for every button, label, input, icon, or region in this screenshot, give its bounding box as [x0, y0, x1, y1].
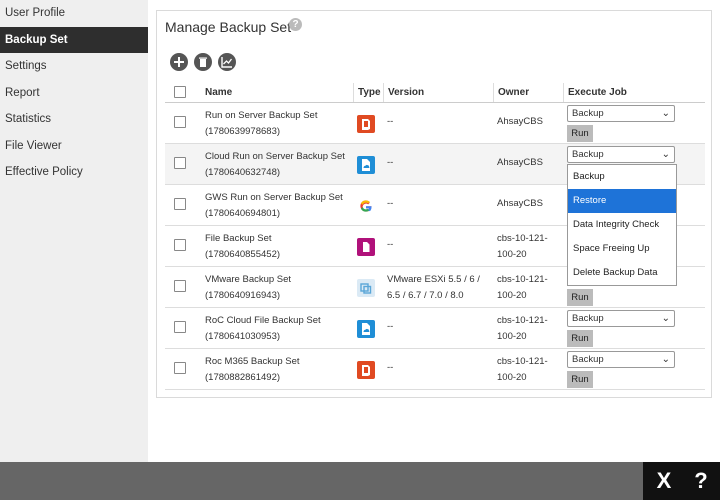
- add-icon[interactable]: [170, 53, 188, 71]
- help-icon[interactable]: ?: [289, 18, 302, 31]
- toolbar: [170, 53, 239, 71]
- version-text: --: [387, 116, 394, 127]
- vmware-icon: [357, 279, 375, 297]
- backup-set-name[interactable]: RoC Cloud File Backup Set (1780641030953): [205, 313, 321, 345]
- dropdown-option-delete-backup-data[interactable]: Delete Backup Data: [568, 261, 676, 285]
- google-icon: [357, 197, 375, 215]
- bottom-bar: X ?: [0, 462, 720, 500]
- row-checkbox[interactable]: [174, 239, 186, 251]
- execute-job-select[interactable]: Backup⌄: [567, 351, 675, 368]
- backup-set-name[interactable]: GWS Run on Server Backup Set (17806406948…: [205, 190, 343, 222]
- row-checkbox[interactable]: [174, 157, 186, 169]
- owner-text: cbs-10-121- 100-20: [497, 356, 548, 383]
- bottom-actions: X ?: [643, 462, 720, 500]
- sidebar-item-file-viewer[interactable]: File Viewer: [0, 133, 148, 159]
- execute-job-select[interactable]: Backup⌄: [567, 146, 675, 163]
- header-version[interactable]: Version: [383, 83, 493, 102]
- table-row[interactable]: Run on Server Backup Set (1780639978683) …: [165, 103, 705, 144]
- sidebar-item-effective-policy[interactable]: Effective Policy: [0, 159, 148, 185]
- dropdown-option-restore[interactable]: Restore: [568, 189, 676, 213]
- dropdown-option-backup[interactable]: Backup: [568, 165, 676, 189]
- version-text: VMware ESXi 5.5 / 6 /6.5 / 6.7 / 7.0 / 8…: [387, 274, 480, 301]
- office365-icon: [357, 115, 375, 133]
- close-button[interactable]: X: [649, 462, 679, 500]
- version-text: --: [387, 157, 394, 168]
- table-row[interactable]: Roc M365 Backup Set (1780882861492) -- cb…: [165, 349, 705, 390]
- table-row[interactable]: RoC Cloud File Backup Set (1780641030953)…: [165, 308, 705, 349]
- run-button[interactable]: Run: [567, 125, 593, 142]
- sidebar-item-report[interactable]: Report: [0, 80, 148, 106]
- cloud-file-icon: [357, 320, 375, 338]
- sidebar-item-backup-set[interactable]: Backup Set: [0, 26, 148, 53]
- row-checkbox[interactable]: [174, 321, 186, 333]
- file-icon: [357, 238, 375, 256]
- row-checkbox[interactable]: [174, 280, 186, 292]
- dropdown-option-space-freeing-up[interactable]: Space Freeing Up: [568, 237, 676, 261]
- execute-job-dropdown-menu: Backup Restore Data Integrity Check Spac…: [567, 164, 677, 286]
- row-checkbox[interactable]: [174, 198, 186, 210]
- table-header: Name Type Version Owner Execute Job: [165, 83, 705, 103]
- run-button[interactable]: Run: [567, 371, 593, 388]
- header-execute-job[interactable]: Execute Job: [563, 83, 705, 102]
- execute-job-select[interactable]: Backup⌄: [567, 310, 675, 327]
- owner-text: cbs-10-121- 100-20: [497, 233, 548, 260]
- chart-icon[interactable]: [218, 53, 237, 71]
- select-all-checkbox[interactable]: [174, 86, 186, 98]
- chevron-down-icon: ⌄: [661, 149, 670, 160]
- cloud-file-icon: [357, 156, 375, 174]
- backup-set-name[interactable]: Roc M365 Backup Set (1780882861492): [205, 354, 300, 386]
- office365-icon: [357, 361, 375, 379]
- backup-set-name[interactable]: File Backup Set (1780640855452): [205, 231, 280, 263]
- sidebar-item-user-profile[interactable]: User Profile: [0, 0, 148, 26]
- run-button[interactable]: Run: [567, 289, 593, 306]
- execute-job-select[interactable]: Backup⌄: [567, 105, 675, 122]
- help-button[interactable]: ?: [686, 462, 716, 500]
- sidebar: User Profile Backup Set Settings Report …: [0, 0, 148, 462]
- header-owner[interactable]: Owner: [493, 83, 563, 102]
- owner-text: AhsayCBS: [497, 198, 543, 209]
- sidebar-item-statistics[interactable]: Statistics: [0, 106, 148, 132]
- chevron-down-icon: ⌄: [661, 108, 670, 119]
- dropdown-option-data-integrity-check[interactable]: Data Integrity Check: [568, 213, 676, 237]
- app-root: User Profile Backup Set Settings Report …: [0, 0, 720, 500]
- version-text: --: [387, 198, 394, 209]
- owner-text: cbs-10-121- 100-20: [497, 315, 548, 342]
- header-name[interactable]: Name: [201, 83, 353, 102]
- sidebar-item-settings[interactable]: Settings: [0, 53, 148, 79]
- owner-text: AhsayCBS: [497, 157, 543, 168]
- version-text: --: [387, 239, 394, 250]
- chevron-down-icon: ⌄: [661, 313, 670, 324]
- header-type[interactable]: Type: [353, 83, 383, 102]
- row-checkbox[interactable]: [174, 362, 186, 374]
- owner-text: AhsayCBS: [497, 116, 543, 127]
- trash-icon[interactable]: [194, 53, 213, 71]
- backup-set-name[interactable]: Run on Server Backup Set (1780639978683): [205, 108, 317, 140]
- owner-text: cbs-10-121- 100-20: [497, 274, 548, 301]
- row-checkbox[interactable]: [174, 116, 186, 128]
- backup-set-name[interactable]: Cloud Run on Server Backup Set (178064063…: [205, 149, 345, 181]
- run-button[interactable]: Run: [567, 330, 593, 347]
- backup-set-name[interactable]: VMware Backup Set (1780640916943): [205, 272, 291, 304]
- version-text: --: [387, 362, 394, 373]
- chevron-down-icon: ⌄: [661, 354, 670, 365]
- page-title: Manage Backup Set: [165, 19, 292, 35]
- version-text: --: [387, 321, 394, 332]
